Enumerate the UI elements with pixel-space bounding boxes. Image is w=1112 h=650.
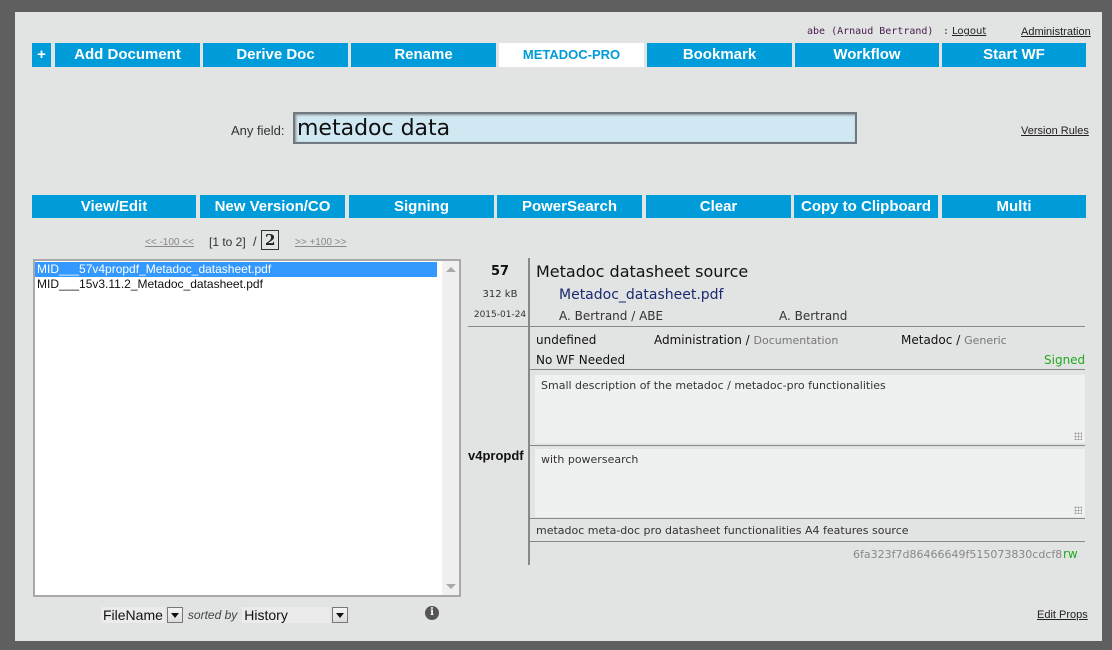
file-list[interactable]: MID___57v4propdf_Metadoc_datasheet.pdf M…	[33, 259, 461, 597]
file-list-item[interactable]: MID___15v3.11.2_Metadoc_datasheet.pdf	[35, 277, 437, 292]
doc-id: 57	[490, 264, 510, 279]
search-label: Any field:	[231, 123, 285, 138]
derive-doc-button[interactable]: Derive Doc	[203, 43, 348, 67]
administration-link[interactable]: Administration	[1021, 26, 1091, 38]
user-separator: :	[943, 26, 950, 37]
pager-range: [1 to 2]	[209, 235, 246, 249]
access-rights: rw	[1063, 547, 1078, 561]
scroll-down-icon[interactable]	[446, 584, 456, 589]
doc-title: Metadoc datasheet source	[536, 262, 749, 281]
doc-project: Metadoc	[901, 333, 953, 347]
slash: /	[745, 333, 750, 347]
pager-prev-link[interactable]: << -100 <<	[145, 237, 194, 248]
doc-filename-link[interactable]: Metadoc_datasheet.pdf	[559, 287, 723, 303]
divider	[530, 518, 1085, 519]
view-edit-button[interactable]: View/Edit	[32, 195, 196, 218]
scroll-up-icon[interactable]	[446, 267, 456, 272]
divider	[468, 326, 529, 327]
sort-dropdown-icon[interactable]	[332, 607, 349, 623]
signed-status: Signed	[1044, 353, 1086, 367]
doc-version: v4propdf	[468, 448, 524, 463]
start-wf-button[interactable]: Start WF	[942, 43, 1086, 67]
plus-button[interactable]: +	[32, 43, 51, 67]
sort-select-value[interactable]: History	[242, 607, 331, 623]
edit-props-link[interactable]: Edit Props	[1037, 609, 1088, 621]
copy-to-clipboard-button[interactable]: Copy to Clipboard	[794, 195, 938, 218]
add-document-button[interactable]: Add Document	[55, 43, 200, 67]
doc-hash: 6fa323f7d86466649f515073830cdcf8	[853, 548, 1063, 561]
resize-grip-icon[interactable]	[1074, 432, 1082, 440]
pager-total[interactable]: 2	[261, 230, 280, 250]
version-rules-link[interactable]: Version Rules	[1021, 125, 1089, 137]
user-name: abe (Arnaud Bertrand)	[807, 26, 934, 37]
description-textarea[interactable]: Small description of the metadoc / metad…	[535, 375, 1085, 443]
clear-button[interactable]: Clear	[646, 195, 791, 218]
comment-textarea[interactable]: with powersearch	[535, 449, 1085, 517]
bookmark-button[interactable]: Bookmark	[647, 43, 792, 67]
slash: /	[956, 333, 961, 347]
search-input[interactable]	[293, 112, 857, 144]
doc-status: undefined	[536, 333, 597, 347]
doc-department-sub: Documentation	[753, 334, 839, 347]
logout-link[interactable]: Logout	[952, 26, 986, 37]
main-panel: abe (Arnaud Bertrand) : Logout Administr…	[15, 12, 1102, 641]
new-version-co-button[interactable]: New Version/CO	[200, 195, 345, 218]
comment-text: with powersearch	[541, 453, 639, 466]
resize-grip-icon[interactable]	[1074, 506, 1082, 514]
metadoc-pro-tab[interactable]: METADOC-PRO	[499, 43, 644, 67]
pager-slash: /	[253, 234, 257, 249]
field-dropdown-icon[interactable]	[166, 607, 183, 623]
file-list-scrollbar[interactable]	[442, 261, 459, 595]
doc-author: A. Bertrand / ABE	[559, 309, 664, 323]
field-select-value[interactable]: FileName	[101, 607, 165, 623]
doc-project-sub: Generic	[964, 334, 1007, 347]
rename-button[interactable]: Rename	[351, 43, 496, 67]
doc-keywords: metadoc meta-doc pro datasheet functiona…	[536, 524, 909, 537]
sorted-by-label: sorted by	[187, 608, 238, 622]
divider	[530, 541, 1085, 542]
divider	[530, 326, 1085, 327]
multi-button[interactable]: Multi	[942, 195, 1086, 218]
powersearch-button[interactable]: PowerSearch	[497, 195, 642, 218]
doc-owner: A. Bertrand	[779, 309, 848, 323]
doc-workflow: No WF Needed	[536, 353, 626, 367]
signing-button[interactable]: Signing	[349, 195, 494, 218]
divider	[530, 369, 1085, 370]
description-text: Small description of the metadoc / metad…	[541, 379, 886, 392]
workflow-button[interactable]: Workflow	[795, 43, 939, 67]
info-icon[interactable]: i	[425, 606, 439, 620]
doc-department: Administration	[654, 333, 742, 347]
file-list-item[interactable]: MID___57v4propdf_Metadoc_datasheet.pdf	[35, 262, 437, 277]
divider	[530, 445, 1085, 446]
pager-next-link[interactable]: >> +100 >>	[295, 237, 346, 248]
doc-date: 2015-01-24	[473, 310, 527, 320]
doc-size: 312 kB	[482, 289, 518, 300]
